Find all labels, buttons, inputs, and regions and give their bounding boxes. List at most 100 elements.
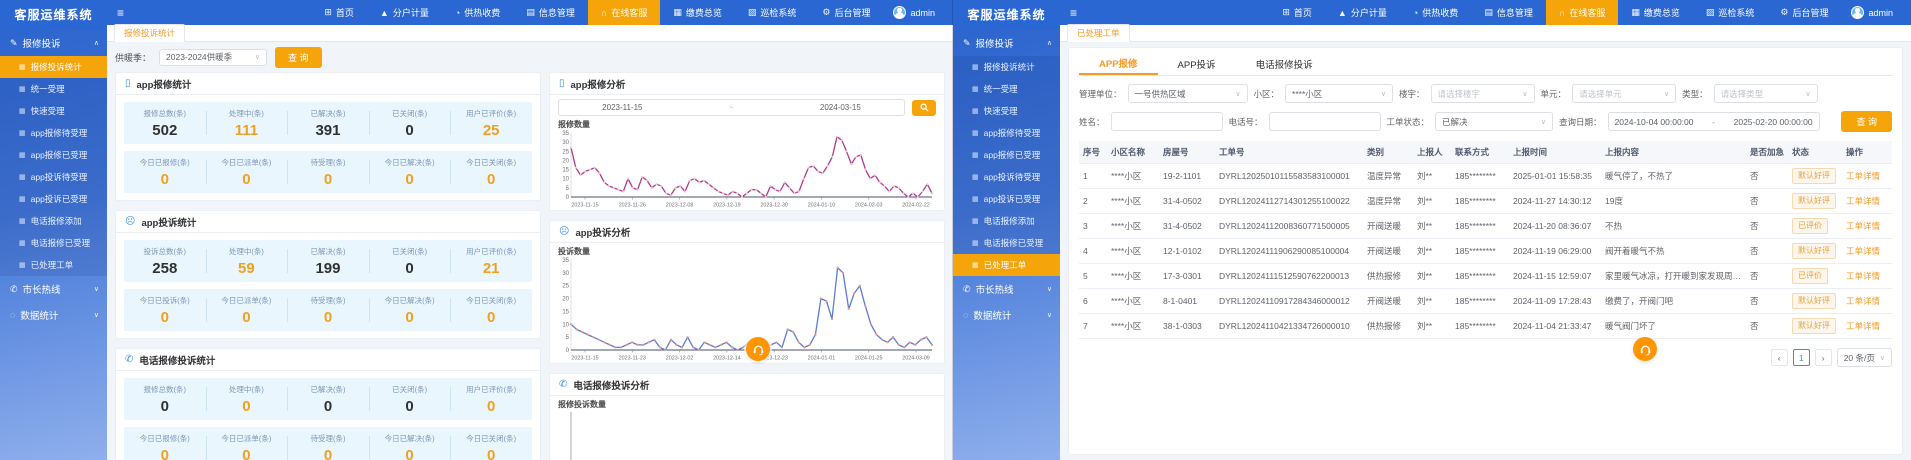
- page-size-select[interactable]: 20 条/页 ∨: [1836, 348, 1892, 367]
- sidebar-item[interactable]: ▦ 报修投诉统计: [0, 56, 107, 78]
- menu-fold-icon[interactable]: ≡: [117, 7, 124, 19]
- sidebar-item[interactable]: ▦ 电话报修添加: [0, 210, 107, 232]
- order-detail-link[interactable]: 工单详情: [1846, 296, 1880, 306]
- sidebar-group[interactable]: ✆ 市长热线 ∨: [0, 276, 107, 302]
- stat-value: 0: [405, 171, 414, 188]
- sidebar-group[interactable]: ◌ 数据统计 ∨: [953, 302, 1060, 328]
- stat-cell: 今日已投诉(条) 0: [124, 289, 206, 331]
- sidebar-item[interactable]: ▦ app投诉已受理: [953, 188, 1060, 210]
- sidebar-item[interactable]: ▦ 报修投诉统计: [953, 56, 1060, 78]
- name-input[interactable]: [1110, 112, 1223, 131]
- sidebar-item[interactable]: ▦ app报修待受理: [953, 122, 1060, 144]
- chevron-down-icon: ∨: [1540, 118, 1547, 126]
- sidebar-item[interactable]: ▦ 统一受理: [0, 78, 107, 100]
- sidebar-item[interactable]: ▦ 统一受理: [953, 78, 1060, 100]
- building-select[interactable]: 请选择楼宇 ∨: [1430, 84, 1535, 103]
- management-unit-select[interactable]: 一号供热区域 ∨: [1127, 84, 1248, 103]
- nav-item[interactable]: ▤ 信息管理: [1471, 0, 1546, 25]
- tab-processed-orders[interactable]: 已处理工单: [1067, 24, 1130, 42]
- sidebar-item[interactable]: ▦ 电话报修已受理: [0, 232, 107, 254]
- nav-item[interactable]: ▲ 分户计量: [1325, 0, 1400, 25]
- type-select[interactable]: 请选择类型 ∨: [1713, 84, 1818, 103]
- order-detail-link[interactable]: 工单详情: [1846, 246, 1880, 256]
- nav-item[interactable]: ⊞ 首页: [311, 0, 367, 25]
- stat-label: 已关闭(条): [392, 247, 428, 256]
- sidebar-item[interactable]: ▦ 快速受理: [0, 100, 107, 122]
- prev-page-button[interactable]: ‹: [1770, 349, 1788, 366]
- card-header: ▯ app报修分析: [550, 73, 944, 95]
- date-range-picker[interactable]: 2023-11-15 ~2024-03-15: [558, 99, 905, 116]
- nav-item[interactable]: ⚙ 后台管理: [1767, 0, 1841, 25]
- customer-service-fab[interactable]: [1633, 337, 1657, 361]
- table-row[interactable]: 5 ****小区 17-3-0301 DYRL12024111512590762200…: [1079, 263, 1892, 289]
- sidebar-item[interactable]: ▦ app报修已受理: [0, 144, 107, 166]
- sidebar-item-label: 报修投诉统计: [983, 62, 1035, 72]
- sidebar-item[interactable]: ▦ 快速受理: [953, 100, 1060, 122]
- tab-repair-complaint-stats[interactable]: 报修投诉统计: [114, 24, 186, 42]
- sidebar-item[interactable]: ▦ 已处理工单: [953, 254, 1060, 276]
- nav-item[interactable]: ◔ 供热收费: [1400, 0, 1471, 25]
- phone-icon: ✆: [559, 379, 568, 390]
- order-detail-link[interactable]: 工单详情: [1846, 271, 1880, 281]
- worklist-search-button[interactable]: 查 询: [1841, 111, 1892, 132]
- stat-value: 0: [242, 447, 251, 460]
- nav-item[interactable]: ▦ 缴费总览: [1618, 0, 1693, 25]
- stat-cell: 今日已报修(条) 0: [124, 427, 206, 460]
- table-row[interactable]: 6 ****小区 8-1-0401 DYRL120241109172843460000…: [1079, 288, 1892, 314]
- community-select[interactable]: ****小区 ∨: [1285, 84, 1394, 103]
- order-detail-link[interactable]: 工单详情: [1846, 171, 1880, 181]
- stat-value: 0: [405, 447, 414, 460]
- sidebar-item[interactable]: ▦ app报修已受理: [953, 144, 1060, 166]
- current-page[interactable]: 1: [1792, 349, 1810, 366]
- nav-item[interactable]: ▲ 分户计量: [367, 0, 442, 25]
- order-detail-link[interactable]: 工单详情: [1846, 221, 1880, 231]
- order-detail-link[interactable]: 工单详情: [1846, 196, 1880, 206]
- table-row[interactable]: 2 ****小区 31-4-0502 DYRL12024112714301255100…: [1079, 188, 1892, 214]
- sidebar-group[interactable]: ◌ 数据统计 ∨: [0, 302, 107, 328]
- sidebar-item[interactable]: ▦ 电话报修已受理: [953, 232, 1060, 254]
- next-page-button[interactable]: ›: [1814, 349, 1832, 366]
- sidebar-item[interactable]: ▦ 已处理工单: [0, 254, 107, 276]
- menu-fold-icon[interactable]: ≡: [1070, 7, 1077, 19]
- user-menu[interactable]: admin: [883, 6, 945, 19]
- nav-item[interactable]: ⚙ 后台管理: [809, 0, 883, 25]
- nav-item[interactable]: ▨ 巡检系统: [735, 0, 810, 25]
- user-menu[interactable]: admin: [1841, 6, 1903, 19]
- date-range-picker[interactable]: 2024-10-04 00:00:00 - 2025-02-20 00:00:00: [1607, 112, 1820, 131]
- customer-service-fab[interactable]: [746, 337, 770, 361]
- nav-item-label: 信息管理: [538, 8, 575, 18]
- chart-search-button[interactable]: [912, 99, 936, 116]
- season-select[interactable]: 2023-2024供暖季 ∨: [159, 48, 268, 66]
- sidebar-item[interactable]: ▦ 电话报修添加: [953, 210, 1060, 232]
- sidebar-item[interactable]: ▦ app投诉待受理: [953, 166, 1060, 188]
- sidebar-group-repair-complaint[interactable]: ✎ 报修投诉 ∧: [0, 30, 107, 56]
- nav-item[interactable]: ∩ 在线客服: [587, 0, 661, 25]
- main-area: ≡ ⊞ 首页 ▲ 分户计量 ◔ 供热收费 ▤ 信息管理 ∩ 在线客服 ▦ 缴费总览 ▨ 巡检系统 ⚙ 后台管理…: [1060, 0, 1911, 460]
- table-row[interactable]: 3 ****小区 31-4-0502 DYRL12024112008360771500…: [1079, 213, 1892, 239]
- sidebar-group[interactable]: ✆ 市长热线 ∨: [953, 276, 1060, 302]
- order-status-select[interactable]: 已解决 ∨: [1435, 112, 1554, 131]
- nav-item[interactable]: ◔ 供热收费: [442, 0, 513, 25]
- table-row[interactable]: 4 ****小区 12-1-0102 DYRL12024111906290085100…: [1079, 238, 1892, 264]
- stat-cell: 用户已评价(条) 0: [450, 378, 532, 420]
- nav-item[interactable]: ⊞ 首页: [1269, 0, 1325, 25]
- nav-item[interactable]: ▦ 缴费总览: [660, 0, 735, 25]
- nav-item[interactable]: ▤ 信息管理: [513, 0, 588, 25]
- source-tab[interactable]: 电话报修投诉: [1236, 53, 1333, 75]
- sidebar-group-repair-complaint[interactable]: ✎ 报修投诉 ∧: [953, 30, 1060, 56]
- nav-item[interactable]: ▨ 巡检系统: [1693, 0, 1768, 25]
- sidebar-group-label: 报修投诉: [22, 39, 61, 50]
- table-row[interactable]: 7 ****小区 38-1-0303 DYRL12024110421334726000…: [1079, 313, 1892, 339]
- nav-item[interactable]: ∩ 在线客服: [1545, 0, 1619, 25]
- sidebar-item[interactable]: ▦ app投诉待受理: [0, 166, 107, 188]
- dashboard-search-button[interactable]: 查 询: [275, 46, 322, 68]
- sidebar-item[interactable]: ▦ app投诉已受理: [0, 188, 107, 210]
- source-tab[interactable]: APP报修: [1079, 53, 1158, 75]
- table-row[interactable]: 1 ****小区 19-2-1101 DYRL12025010115583583100…: [1079, 163, 1892, 189]
- source-tab[interactable]: APP投诉: [1158, 53, 1236, 75]
- order-detail-link[interactable]: 工单详情: [1846, 321, 1880, 331]
- stat-cell: 报修总数(条) 502: [124, 102, 206, 144]
- phone-input[interactable]: [1268, 112, 1381, 131]
- sidebar-item[interactable]: ▦ app报修待受理: [0, 122, 107, 144]
- unit-select[interactable]: 请选择单元 ∨: [1572, 84, 1677, 103]
